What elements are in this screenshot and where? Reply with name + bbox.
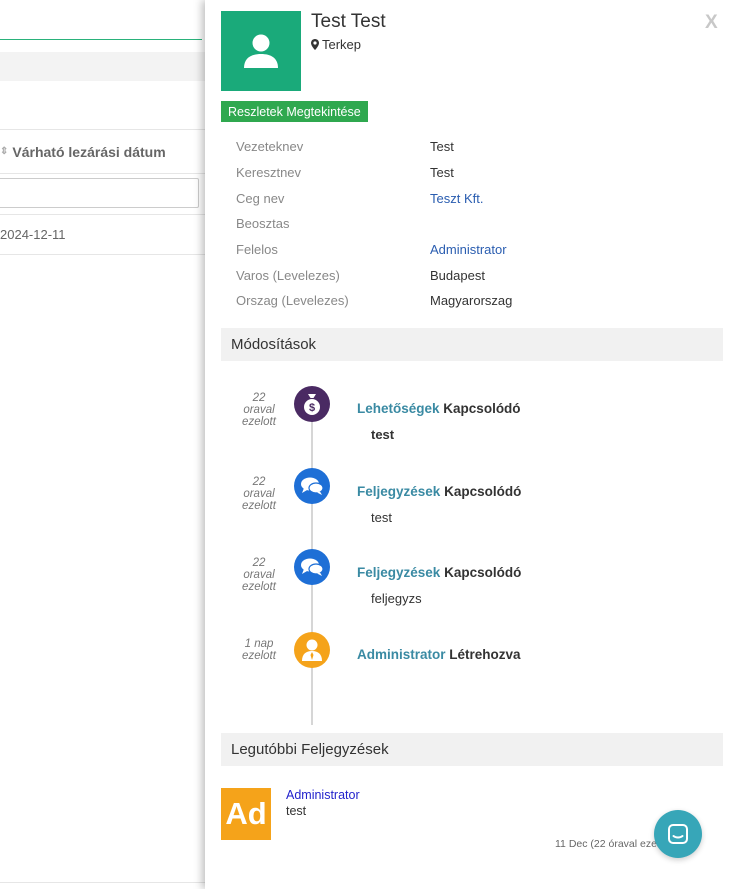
map-link[interactable]: Terkep <box>311 37 361 52</box>
timeline-body: test <box>371 427 395 442</box>
chat-bubbles-icon <box>301 558 324 576</box>
timeline-icon: $ <box>294 386 330 422</box>
time-line: 22 <box>252 392 266 404</box>
detail-value: Test <box>430 139 454 155</box>
time-line: oraval <box>243 488 275 500</box>
detail-row-city: Varos (Levelezes) Budapest <box>236 262 716 288</box>
detail-label: Varos (Levelezes) <box>236 267 340 283</box>
detail-row-owner: Felelos Administrator <box>236 237 716 263</box>
detail-label: Keresztnev <box>236 165 302 181</box>
timeline-time: 1 nap ezelott <box>235 638 283 662</box>
changes-section-header: Módosítások <box>221 328 723 361</box>
map-link-label: Terkep <box>322 37 362 52</box>
note-author-avatar: Ad <box>221 788 271 840</box>
timeline-action: Kapcsolódó <box>443 401 521 416</box>
timeline-icon <box>294 468 330 504</box>
column-header-close-date[interactable]: ⇕ Várható lezárási dátum <box>0 129 205 174</box>
detail-label: Felelos <box>236 242 278 258</box>
contact-details-list: Vezeteknev Test Keresztnev Test Ceg nev … <box>236 134 716 314</box>
sort-icon: ⇕ <box>0 145 9 157</box>
timeline-icon <box>294 549 330 585</box>
column-filter-input[interactable] <box>0 178 199 208</box>
table-cell-date: 2024-12-11 <box>0 227 66 242</box>
timeline-link[interactable]: Administrator <box>357 647 446 662</box>
money-bag-icon: $ <box>304 394 320 415</box>
detail-row-position: Beosztas <box>236 211 716 237</box>
timeline-time: 22 oraval ezelott <box>235 392 283 428</box>
contact-side-panel: Test Test Terkep X Reszletek Megtekintés… <box>205 0 744 889</box>
timeline-title: Lehetőségek Kapcsolódó <box>357 401 521 416</box>
background-divider <box>0 39 202 40</box>
background-toolbar-band <box>0 52 205 81</box>
time-line: ezelott <box>242 500 276 512</box>
timeline-link[interactable]: Feljegyzések <box>357 484 440 499</box>
view-details-button[interactable]: Reszletek Megtekintése <box>221 101 368 122</box>
timeline-action: Kapcsolódó <box>444 565 522 580</box>
table-row[interactable]: 2024-12-11 <box>0 214 205 255</box>
timeline-icon <box>294 632 330 668</box>
note-text: test <box>286 804 307 818</box>
timeline-body: feljegyzs <box>371 591 422 606</box>
time-line: oraval <box>243 404 275 416</box>
time-line: ezelott <box>242 581 276 593</box>
detail-row-country: Orszag (Levelezes) Magyarorszag <box>236 288 716 314</box>
background-divider <box>0 882 205 883</box>
user-icon <box>302 639 322 661</box>
detail-label: Orszag (Levelezes) <box>236 293 349 309</box>
timeline-title: Feljegyzések Kapcsolódó <box>357 565 521 580</box>
detail-value: Budapest <box>430 267 485 283</box>
chat-launcher-button[interactable] <box>654 810 702 858</box>
time-line: ezelott <box>242 416 276 428</box>
detail-value: Magyarorszag <box>430 293 513 309</box>
timeline-time: 22 oraval ezelott <box>235 557 283 593</box>
timeline-time: 22 oraval ezelott <box>235 476 283 512</box>
timeline-title: Administrator Létrehozva <box>357 647 521 662</box>
detail-row-firstname: Keresztnev Test <box>236 160 716 186</box>
background-page: ⇕ Várható lezárási dátum 2024-12-11 <box>0 0 205 889</box>
note-date: 11 Dec (22 óraval ezelott) <box>555 838 665 850</box>
contact-avatar <box>221 11 301 91</box>
recent-notes-section-header: Legutóbbi Feljegyzések <box>221 733 723 766</box>
detail-row-lastname: Vezeteknev Test <box>236 134 716 160</box>
column-header-label: Várható lezárási dátum <box>12 143 166 160</box>
contact-name: Test Test <box>311 11 386 32</box>
timeline-link[interactable]: Feljegyzések <box>357 565 440 580</box>
timeline-title: Feljegyzések Kapcsolódó <box>357 484 521 499</box>
detail-label: Beosztas <box>236 216 290 232</box>
detail-label: Ceg nev <box>236 190 285 206</box>
map-marker-icon <box>311 39 319 50</box>
time-line: 22 <box>252 476 266 488</box>
detail-row-company: Ceg nev Teszt Kft. <box>236 185 716 211</box>
timeline-action: Kapcsolódó <box>444 484 522 499</box>
user-icon <box>244 34 278 68</box>
time-line: ezelott <box>242 650 276 662</box>
time-line: oraval <box>243 569 275 581</box>
detail-label: Vezeteknev <box>236 139 304 155</box>
timeline-body: test <box>371 510 392 525</box>
close-button[interactable]: X <box>705 12 718 34</box>
time-line: 22 <box>252 557 266 569</box>
svg-text:$: $ <box>309 402 315 414</box>
note-author-link[interactable]: Administrator <box>286 788 360 802</box>
timeline-link[interactable]: Lehetőségek <box>357 401 440 416</box>
chat-icon <box>668 824 688 844</box>
chat-bubbles-icon <box>301 477 324 495</box>
detail-value: Test <box>430 165 454 181</box>
company-link[interactable]: Teszt Kft. <box>430 191 483 206</box>
timeline-action: Létrehozva <box>449 647 521 662</box>
time-line: 1 nap <box>244 638 274 650</box>
owner-link[interactable]: Administrator <box>430 242 507 257</box>
